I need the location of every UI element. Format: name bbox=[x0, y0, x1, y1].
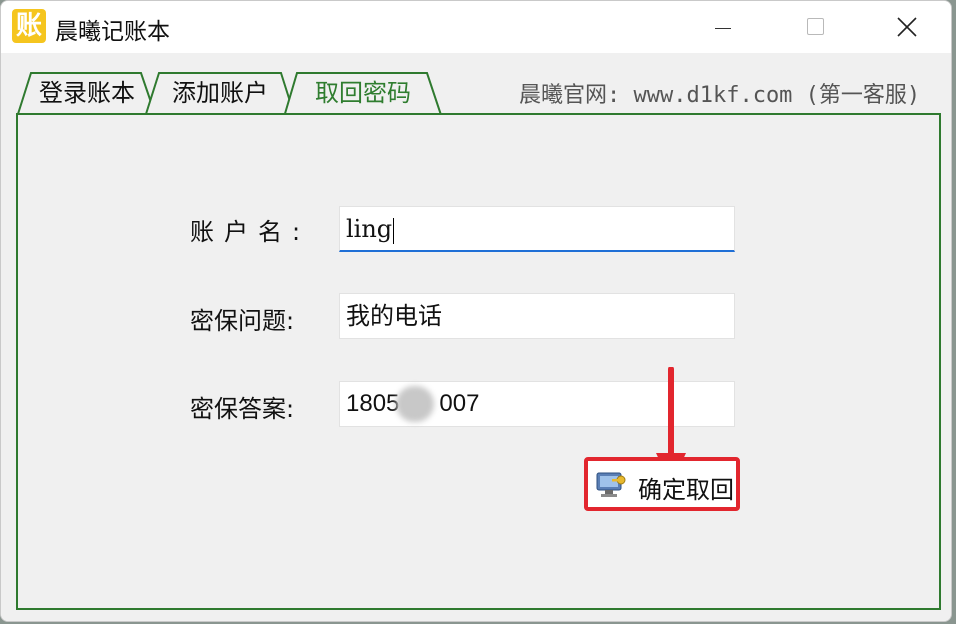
account-input[interactable]: ling bbox=[339, 206, 735, 252]
tab-label: 添加账户 bbox=[172, 79, 268, 107]
tab-add-account[interactable]: 添加账户 bbox=[145, 71, 295, 115]
confirm-recover-button[interactable]: 确定取回 bbox=[584, 457, 740, 511]
redaction-blur bbox=[396, 386, 434, 422]
website-info: 晨曦官网: www.d1kf.com (第一客服) bbox=[519, 83, 921, 108]
confirm-button-label: 确定取回 bbox=[638, 476, 734, 504]
client-area: 登录账本 添加账户 取回密码 晨曦官网: www.d1kf.com (第一客服)… bbox=[1, 53, 951, 621]
key-computer-icon bbox=[596, 472, 626, 497]
minimize-button[interactable] bbox=[675, 1, 767, 53]
tab-recover-password[interactable]: 取回密码 bbox=[283, 71, 443, 117]
title-bar: 账 晨曦记账本 bbox=[1, 1, 951, 53]
security-question-value: 我的电话 bbox=[346, 302, 442, 330]
recover-password-panel: 账户名: ling 密保问题: 我的电话 密保答案: 1805 007 确定取回 bbox=[16, 113, 941, 610]
maximize-button[interactable] bbox=[767, 1, 859, 53]
app-logo-icon: 账 bbox=[12, 9, 46, 43]
tab-label: 取回密码 bbox=[315, 79, 411, 107]
account-value: ling bbox=[346, 215, 393, 243]
account-label: 账户名: bbox=[190, 218, 311, 246]
text-caret bbox=[393, 217, 395, 244]
window-title: 晨曦记账本 bbox=[55, 19, 170, 45]
security-answer-label: 密保答案: bbox=[190, 395, 295, 423]
close-button[interactable] bbox=[859, 1, 951, 53]
security-question-label: 密保问题: bbox=[190, 307, 295, 335]
tab-strip: 登录账本 添加账户 取回密码 bbox=[17, 71, 447, 117]
tab-label: 登录账本 bbox=[39, 79, 135, 107]
security-question-input[interactable]: 我的电话 bbox=[339, 293, 735, 339]
tab-login-ledger[interactable]: 登录账本 bbox=[17, 71, 157, 115]
app-window: 账 晨曦记账本 登录账本 添加账户 取回密码 晨曦官网: www.d1kf.co… bbox=[0, 0, 952, 622]
close-icon bbox=[897, 17, 917, 37]
